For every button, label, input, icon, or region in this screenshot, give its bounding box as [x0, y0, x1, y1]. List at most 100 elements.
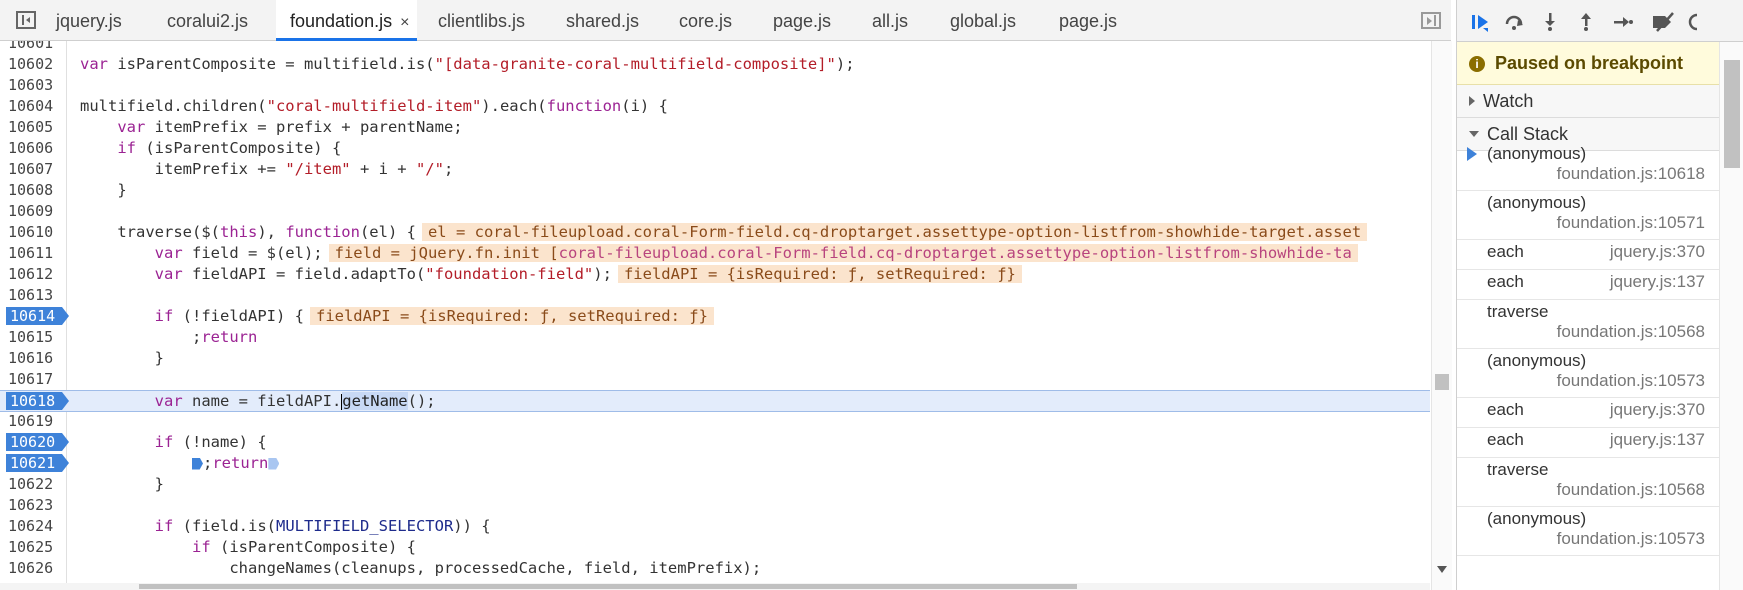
breakpoint-line-number[interactable]: 10621: [6, 454, 69, 472]
inline-breakpoint-icon[interactable]: [191, 457, 203, 470]
code-line[interactable]: 10626 changeNames(cleanups, processedCac…: [0, 558, 1430, 579]
editor-horizontal-scrollbar[interactable]: [0, 583, 1430, 590]
line-number[interactable]: 10626: [8, 558, 62, 579]
code-line[interactable]: 10607 itemPrefix += "/item" + i + "/";: [0, 159, 1430, 180]
code-token: );: [835, 55, 855, 73]
editor-vertical-scrollbar[interactable]: [1431, 41, 1452, 590]
line-number[interactable]: 10602: [8, 54, 62, 75]
call-stack-frame[interactable]: each jquery.js:137: [1457, 269, 1719, 300]
step-into-icon[interactable]: [1540, 12, 1560, 32]
file-tab[interactable]: foundation.js ×: [276, 0, 418, 41]
line-number[interactable]: 10619: [8, 411, 62, 432]
step-out-icon[interactable]: [1576, 12, 1596, 32]
line-number[interactable]: 10608: [8, 180, 62, 201]
breakpoint-line-number[interactable]: 10618: [6, 392, 69, 410]
paused-on-breakpoint-banner: i Paused on breakpoint: [1457, 42, 1719, 85]
resume-icon[interactable]: [1470, 12, 1490, 32]
code-text: ;return: [80, 327, 257, 348]
file-tab[interactable]: shared.js: [566, 0, 639, 40]
code-line[interactable]: 10622 }: [0, 474, 1430, 495]
code-line[interactable]: 10624 if (field.is(MULTIFIELD_SELECTOR))…: [0, 516, 1430, 537]
code-line[interactable]: 10611 var field = $(el); field = jQuery.f…: [0, 243, 1430, 264]
line-number[interactable]: 10609: [8, 201, 62, 222]
code-line[interactable]: 10610 traverse($(this), function(el) {el…: [0, 222, 1430, 243]
call-stack-frame[interactable]: each jquery.js:370: [1457, 397, 1719, 428]
call-stack-frame[interactable]: traverse foundation.js:10568: [1457, 457, 1719, 507]
call-stack-frame[interactable]: traverse foundation.js:10568: [1457, 299, 1719, 349]
file-tab[interactable]: clientlibs.js: [438, 0, 525, 40]
line-number[interactable]: 10625: [8, 537, 62, 558]
call-stack-frame[interactable]: (anonymous) foundation.js:10618: [1457, 141, 1719, 191]
breakpoint-line-number[interactable]: 10620: [6, 433, 69, 451]
code-line[interactable]: 10625 if (isParentComposite) {: [0, 537, 1430, 558]
code-line[interactable]: 10601: [0, 41, 1430, 54]
deactivate-breakpoints-icon[interactable]: [1651, 12, 1677, 32]
toggle-debugger-pane-icon[interactable]: [1421, 12, 1441, 29]
call-stack-frame[interactable]: each jquery.js:137: [1457, 427, 1719, 458]
toggle-navigator-icon[interactable]: [16, 11, 36, 29]
code-line[interactable]: 10623: [0, 495, 1430, 516]
code-editor[interactable]: 10601 10602 var isParentComposite = multif…: [0, 41, 1430, 590]
breakpoint-line-number[interactable]: 10614: [6, 307, 69, 325]
line-number[interactable]: 10624: [8, 516, 62, 537]
code-token: this: [219, 223, 258, 241]
line-number[interactable]: 10622: [8, 474, 62, 495]
watch-section-header[interactable]: Watch: [1457, 85, 1719, 118]
file-tab[interactable]: all.js: [872, 0, 908, 40]
code-line[interactable]: 10609: [0, 201, 1430, 222]
file-tab[interactable]: global.js: [950, 0, 1016, 40]
line-number[interactable]: 10603: [8, 75, 62, 96]
pause-on-exceptions-icon[interactable]: [1687, 12, 1707, 32]
line-number[interactable]: 10606: [8, 138, 62, 159]
line-number[interactable]: 10607: [8, 159, 62, 180]
file-tab[interactable]: page.js: [773, 0, 831, 40]
file-tab[interactable]: jquery.js: [56, 0, 122, 40]
line-number[interactable]: 10613: [8, 285, 62, 306]
line-number[interactable]: 10601: [8, 41, 62, 54]
file-tab[interactable]: core.js: [679, 0, 732, 40]
line-number[interactable]: 10623: [8, 495, 62, 516]
code-line[interactable]: 10617: [0, 369, 1430, 390]
call-stack-frame[interactable]: (anonymous) foundation.js:10573: [1457, 348, 1719, 398]
file-tab[interactable]: coralui2.js: [167, 0, 248, 40]
call-stack-frame[interactable]: each jquery.js:370: [1457, 239, 1719, 270]
call-stack-frame[interactable]: (anonymous) foundation.js:10573: [1457, 506, 1719, 556]
code-line[interactable]: 10621 ;return: [0, 453, 1430, 474]
editor-vertical-scroll-thumb[interactable]: [1435, 374, 1449, 390]
current-execution-line[interactable]: 10618 var name = fieldAPI.getName();: [0, 390, 1430, 412]
line-number[interactable]: 10612: [8, 264, 62, 285]
code-line[interactable]: 10619: [0, 411, 1430, 432]
line-number[interactable]: 10611: [8, 243, 62, 264]
code-line[interactable]: 10615 ;return: [0, 327, 1430, 348]
line-number[interactable]: 10617: [8, 369, 62, 390]
code-line[interactable]: 10605 var itemPrefix = prefix + parentNa…: [0, 117, 1430, 138]
editor-horizontal-scroll-thumb[interactable]: [139, 584, 1077, 589]
inline-breakpoint-icon[interactable]: [268, 457, 280, 470]
line-number[interactable]: 10605: [8, 117, 62, 138]
line-number[interactable]: 10615: [8, 327, 62, 348]
code-line[interactable]: 10620 if (!name) {: [0, 432, 1430, 453]
code-line[interactable]: 10603: [0, 75, 1430, 96]
code-text: if (!name) {: [80, 432, 267, 453]
line-number[interactable]: 10604: [8, 96, 62, 117]
code-line[interactable]: 10604 multifield.children("coral-multifie…: [0, 96, 1430, 117]
code-line[interactable]: 10602 var isParentComposite = multifield.…: [0, 54, 1430, 75]
line-number[interactable]: 10616: [8, 348, 62, 369]
step-over-icon[interactable]: [1504, 12, 1524, 32]
code-line[interactable]: 10606 if (isParentComposite) {: [0, 138, 1430, 159]
step-icon[interactable]: [1613, 12, 1633, 32]
code-line[interactable]: 10613: [0, 285, 1430, 306]
code-line[interactable]: 10612 var fieldAPI = field.adaptTo("foun…: [0, 264, 1430, 285]
call-stack-frame[interactable]: (anonymous) foundation.js:10571: [1457, 190, 1719, 240]
code-line[interactable]: 10614 if (!fieldAPI) {fieldAPI = {isRequ…: [0, 306, 1430, 327]
sidebar-vertical-scrollbar[interactable]: [1719, 42, 1743, 590]
code-line[interactable]: 10616 }: [0, 348, 1430, 369]
sidebar-scroll-thumb[interactable]: [1724, 60, 1740, 168]
code-line[interactable]: 10608 }: [0, 180, 1430, 201]
line-number[interactable]: 10610: [8, 222, 62, 243]
file-tab[interactable]: page.js: [1059, 0, 1117, 40]
close-tab-icon[interactable]: ×: [400, 14, 409, 31]
scroll-down-arrow-icon[interactable]: [1437, 566, 1447, 573]
